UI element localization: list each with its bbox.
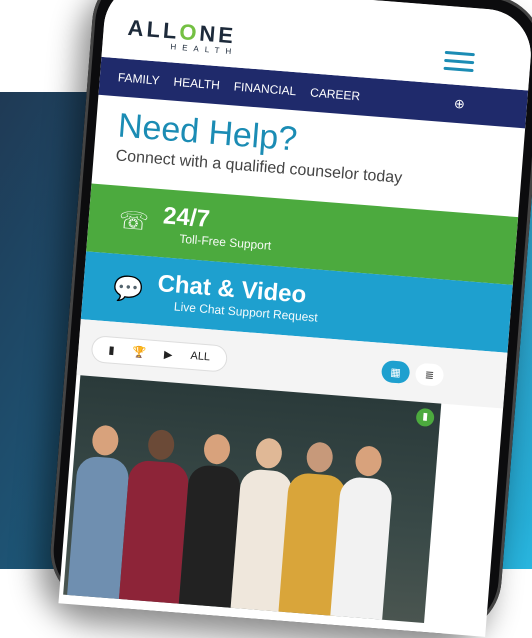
trophy-icon[interactable]: 🏆	[132, 345, 147, 359]
list-view-icon[interactable]: ≣	[414, 362, 445, 387]
allone-health-logo[interactable]: ALLONE HEALTH	[126, 15, 239, 57]
phone-mockup: ALLONE HEALTH FAMILY HEALTH FINANCIAL CA…	[46, 0, 532, 638]
filter-all[interactable]: ALL	[190, 350, 210, 363]
phone-frame: ALLONE HEALTH FAMILY HEALTH FINANCIAL CA…	[46, 0, 532, 638]
nav-item-health[interactable]: HEALTH	[173, 75, 220, 93]
phone-icon: ☏	[117, 206, 150, 236]
chat-icon: 💬	[112, 274, 145, 304]
globe-icon[interactable]: ⊕	[453, 96, 465, 113]
nav-item-career[interactable]: CAREER	[310, 85, 361, 103]
video-icon[interactable]: ▶	[164, 347, 173, 361]
view-toggle: ▦ ≣	[380, 359, 445, 387]
content-filter: ▮ 🏆 ▶ ALL	[91, 335, 227, 372]
grid-view-icon[interactable]: ▦	[380, 359, 411, 385]
document-badge-icon: ▮	[415, 407, 435, 428]
hamburger-menu-icon[interactable]	[443, 46, 475, 77]
document-icon[interactable]: ▮	[108, 343, 115, 356]
nav-item-financial[interactable]: FINANCIAL	[233, 79, 297, 98]
group-photo[interactable]: ▮	[63, 375, 442, 623]
nav-item-family[interactable]: FAMILY	[117, 70, 160, 87]
phone-screen: ALLONE HEALTH FAMILY HEALTH FINANCIAL CA…	[58, 0, 532, 637]
